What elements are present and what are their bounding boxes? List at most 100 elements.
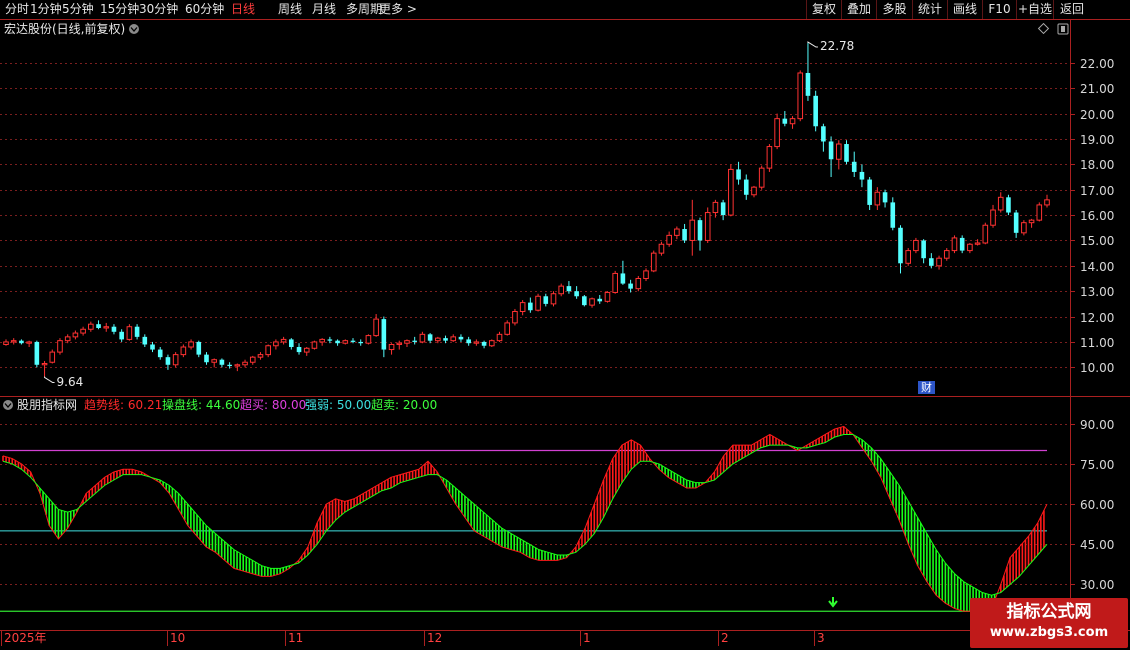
candle-body: [1021, 222, 1027, 234]
action-button-3[interactable]: 统计: [912, 0, 947, 19]
title-dropdown-icon[interactable]: [129, 24, 139, 34]
candle-body: [64, 336, 71, 342]
candle-body: [142, 336, 148, 345]
indicator-readout: 操盘线: 44.60: [162, 398, 240, 412]
period-tab-2[interactable]: 5分钟: [62, 2, 94, 17]
candle-body: [658, 243, 665, 254]
candle-body: [620, 273, 626, 284]
period-tab-4[interactable]: 30分钟: [139, 2, 178, 17]
readout-value: 20.00: [402, 398, 438, 412]
readout-value: 80.00: [271, 398, 307, 412]
candle-body: [350, 340, 356, 342]
candle-body: [867, 179, 872, 205]
indicator-tick-label: 45.00: [1080, 537, 1115, 552]
candle: [34, 340, 40, 368]
candle-body: [26, 341, 32, 344]
candle: [365, 334, 372, 345]
action-button-5[interactable]: F10: [982, 0, 1016, 19]
candle-body: [319, 338, 325, 343]
readout-value: 44.60: [205, 398, 241, 412]
candle-body: [496, 333, 503, 342]
candle-body: [643, 270, 649, 280]
candle-body: [311, 341, 318, 349]
period-tab-3[interactable]: 15分钟: [100, 2, 139, 17]
candle-body: [88, 323, 94, 330]
candle-body: [412, 340, 417, 342]
candle-body: [242, 361, 248, 366]
candle-body: [743, 179, 749, 195]
candle: [766, 144, 773, 172]
candle: [758, 165, 765, 190]
action-button-7[interactable]: 返回: [1053, 0, 1090, 19]
candle-body: [905, 250, 912, 264]
price-tick-label: 18.00: [1080, 157, 1115, 172]
candle-body: [381, 319, 387, 350]
action-button-0[interactable]: 复权: [806, 0, 841, 19]
candle-body: [628, 283, 633, 289]
candle-body: [990, 209, 996, 226]
period-tab-1[interactable]: 1分钟: [30, 2, 62, 17]
candle-body: [805, 72, 811, 96]
candle: [704, 207, 711, 243]
finance-event-badge[interactable]: 财: [918, 381, 935, 394]
period-tab-7[interactable]: 周线: [278, 2, 302, 17]
price-tick-label: 16.00: [1080, 208, 1115, 223]
candle-body: [712, 201, 719, 214]
candle: [913, 237, 919, 254]
candle-body: [188, 341, 194, 348]
candle-body: [327, 339, 333, 341]
candle-body: [943, 250, 950, 259]
indicator-dropdown-icon[interactable]: [3, 400, 13, 410]
candle-body: [335, 340, 340, 344]
candle-body: [528, 302, 533, 311]
candle-body: [172, 354, 179, 366]
readout-label: 强弱:: [305, 398, 337, 412]
indicator-tick-label: 30.00: [1080, 577, 1115, 592]
candle-body: [666, 234, 672, 245]
candle-body: [10, 340, 17, 343]
candle-body: [458, 336, 464, 340]
candle-body: [450, 336, 457, 342]
price-tick-label: 21.00: [1080, 81, 1115, 96]
watermark-badge: 指标公式网 www.zbgs3.com: [970, 598, 1128, 648]
period-tab-5[interactable]: 60分钟: [185, 2, 224, 17]
candle-body: [758, 167, 765, 188]
candle-body: [558, 285, 565, 295]
candle-body: [1028, 219, 1035, 224]
candle-body: [234, 364, 241, 367]
period-tab-0[interactable]: 分时: [5, 2, 29, 17]
candle: [1036, 202, 1043, 222]
price-tick-label: 20.00: [1080, 107, 1115, 122]
candle: [635, 275, 642, 292]
candle-body: [227, 364, 232, 367]
candle-body: [766, 146, 773, 169]
action-button-4[interactable]: 画线: [947, 0, 982, 19]
candle-body: [358, 341, 364, 344]
candle-body: [589, 298, 595, 306]
period-tab-9[interactable]: 多周期: [346, 2, 382, 17]
indicator-name: 股朋指标网: [17, 398, 78, 412]
candle-body: [882, 192, 888, 203]
candle-body: [265, 345, 271, 356]
action-button-2[interactable]: 多股: [876, 0, 912, 19]
period-tab-6[interactable]: 日线: [231, 2, 255, 17]
candle-body: [512, 310, 518, 324]
candle: [550, 291, 557, 307]
candle-body: [566, 286, 572, 292]
candle-body: [481, 341, 487, 346]
period-tab-8[interactable]: 月线: [312, 2, 336, 17]
time-axis-label: 12: [427, 631, 443, 645]
candle-body: [49, 351, 56, 363]
period-tab-10[interactable]: 更多 >: [379, 2, 417, 17]
action-button-6[interactable]: +自选: [1016, 0, 1053, 19]
candle-body: [342, 340, 349, 344]
candle-body: [604, 291, 611, 302]
candle: [1006, 194, 1011, 216]
candle-body: [1013, 212, 1019, 233]
readout-label: 超买:: [240, 398, 272, 412]
candle-body: [674, 228, 680, 236]
action-button-1[interactable]: 叠加: [841, 0, 876, 19]
candle-body: [898, 227, 903, 264]
candle-body: [782, 118, 788, 124]
candle: [959, 235, 965, 254]
